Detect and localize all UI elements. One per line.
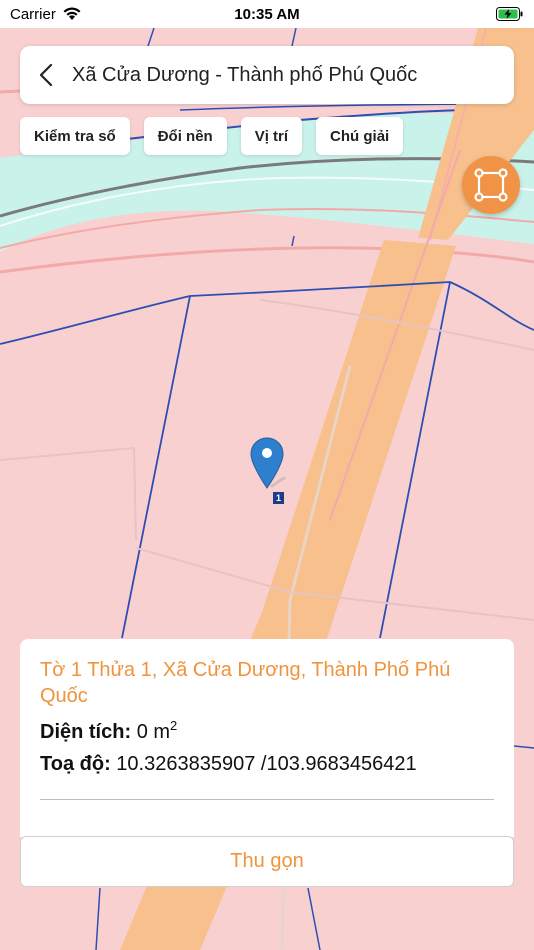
- divider: [40, 799, 494, 800]
- coordinate-row: Toạ độ: 10.3263835907 /103.9683456421: [40, 749, 494, 779]
- parcel-number-label: 1: [273, 492, 284, 504]
- area-label: Diện tích:: [40, 721, 132, 743]
- location-button[interactable]: Vị trí: [240, 117, 303, 155]
- select-area-button[interactable]: [462, 156, 520, 214]
- wifi-icon: [63, 7, 81, 20]
- carrier-label: Carrier: [10, 5, 56, 23]
- area-value: 0 m: [136, 721, 171, 743]
- legend-button[interactable]: Chú giải: [316, 117, 404, 155]
- header-bar: Xã Cửa Dương - Thành phố Phú Quốc: [20, 46, 514, 104]
- battery-charging-icon: [496, 7, 523, 21]
- chevron-left-icon: [39, 63, 53, 87]
- map-pin-icon: [250, 437, 286, 489]
- coordinate-value: 10.3263835907 /103.9683456421: [116, 753, 417, 775]
- status-bar: Carrier 10:35 AM: [0, 0, 534, 28]
- map-pin-marker[interactable]: [250, 436, 286, 495]
- parcel-title: Tờ 1 Thửa 1, Xã Cửa Dương, Thành Phố Phú…: [40, 659, 451, 707]
- page-title: Xã Cửa Dương - Thành phố Phú Quốc: [72, 63, 418, 86]
- coordinate-label: Toạ độ:: [40, 753, 111, 775]
- parcel-info-panel: Tờ 1 Thửa 1, Xã Cửa Dương, Thành Phố Phú…: [20, 639, 514, 837]
- collapse-button[interactable]: Thu gọn: [20, 836, 514, 887]
- area-row: Diện tích: 0 m2: [40, 711, 494, 747]
- polygon-select-icon: [474, 168, 508, 202]
- back-button[interactable]: [20, 46, 72, 104]
- area-unit-exponent: 2: [170, 718, 178, 733]
- change-basemap-button[interactable]: Đổi nền: [143, 117, 227, 155]
- check-certificate-button[interactable]: Kiểm tra sổ: [20, 117, 130, 155]
- action-chips: Kiểm tra sổ Đổi nền Vị trí Chú giải: [20, 117, 404, 155]
